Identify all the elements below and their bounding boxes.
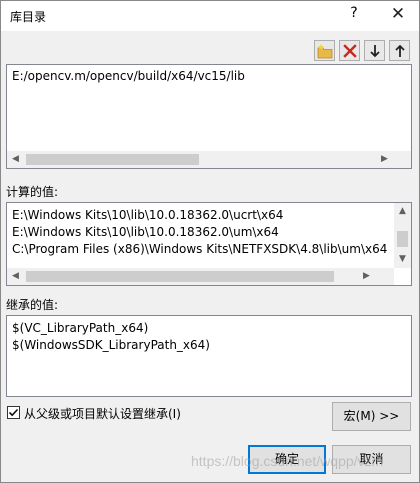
checkmark-icon bbox=[8, 408, 19, 417]
computed-values-label: 计算的值: bbox=[6, 185, 59, 199]
scroll-up-arrow[interactable]: ▲ bbox=[394, 203, 411, 220]
scroll-thumb[interactable] bbox=[397, 231, 408, 247]
move-up-button[interactable] bbox=[389, 40, 410, 61]
close-button[interactable]: ✕ bbox=[386, 4, 410, 26]
inherited-values-label: 继承的值: bbox=[6, 298, 59, 312]
move-up-icon bbox=[395, 44, 405, 57]
scroll-right-arrow[interactable]: ▶ bbox=[376, 151, 393, 168]
computed-horizontal-scrollbar[interactable]: ◀ ▶ bbox=[7, 268, 394, 285]
move-down-button[interactable] bbox=[364, 40, 385, 61]
library-directories-dialog: 库目录 ? ✕ E:/opencv.m/opencv/build/x64/vc1… bbox=[0, 0, 420, 483]
list-item: $(VC_LibraryPath_x64) bbox=[12, 321, 149, 335]
macros-button[interactable]: 宏(M) >> bbox=[332, 402, 411, 431]
list-item: $(WindowsSDK_LibraryPath_x64) bbox=[12, 338, 210, 352]
watermark: https://blog.csdn.net/wqpp/vzm bbox=[191, 453, 384, 469]
edit-horizontal-scrollbar[interactable]: ◀ ▶ bbox=[7, 151, 411, 168]
inherit-checkbox[interactable] bbox=[7, 406, 20, 419]
dialog-title: 库目录 bbox=[10, 10, 47, 24]
list-item: E:\Windows Kits\10\lib\10.0.18362.0\ucrt… bbox=[12, 208, 284, 222]
new-line-button[interactable] bbox=[314, 40, 335, 61]
title-bar: 库目录 ? ✕ bbox=[1, 1, 419, 31]
list-item: E:\Windows Kits\10\lib\10.0.18362.0\um\x… bbox=[12, 225, 279, 239]
move-down-icon bbox=[370, 45, 380, 58]
computed-values-list: E:\Windows Kits\10\lib\10.0.18362.0\ucrt… bbox=[6, 202, 412, 286]
inherited-values-list: $(VC_LibraryPath_x64) $(WindowsSDK_Libra… bbox=[6, 315, 412, 397]
scroll-thumb[interactable] bbox=[26, 271, 334, 282]
library-path-edit-box[interactable]: E:/opencv.m/opencv/build/x64/vc15/lib ◀ … bbox=[6, 64, 412, 169]
scroll-down-arrow[interactable]: ▼ bbox=[394, 251, 411, 268]
inherit-checkbox-label[interactable]: 从父级或项目默认设置继承(I) bbox=[24, 405, 181, 422]
list-item: C:\Program Files (x86)\Windows Kits\NETF… bbox=[12, 242, 388, 256]
new-line-folder-icon bbox=[317, 44, 333, 59]
scroll-right-arrow[interactable]: ▶ bbox=[358, 268, 375, 285]
edit-line[interactable]: E:/opencv.m/opencv/build/x64/vc15/lib bbox=[12, 69, 245, 83]
computed-vertical-scrollbar[interactable]: ▲ ▼ bbox=[394, 203, 411, 268]
delete-button[interactable] bbox=[339, 40, 360, 61]
help-button[interactable]: ? bbox=[345, 5, 363, 25]
scroll-left-arrow[interactable]: ◀ bbox=[7, 151, 24, 168]
delete-icon bbox=[343, 44, 357, 58]
scroll-left-arrow[interactable]: ◀ bbox=[7, 268, 24, 285]
scroll-thumb[interactable] bbox=[26, 154, 199, 165]
